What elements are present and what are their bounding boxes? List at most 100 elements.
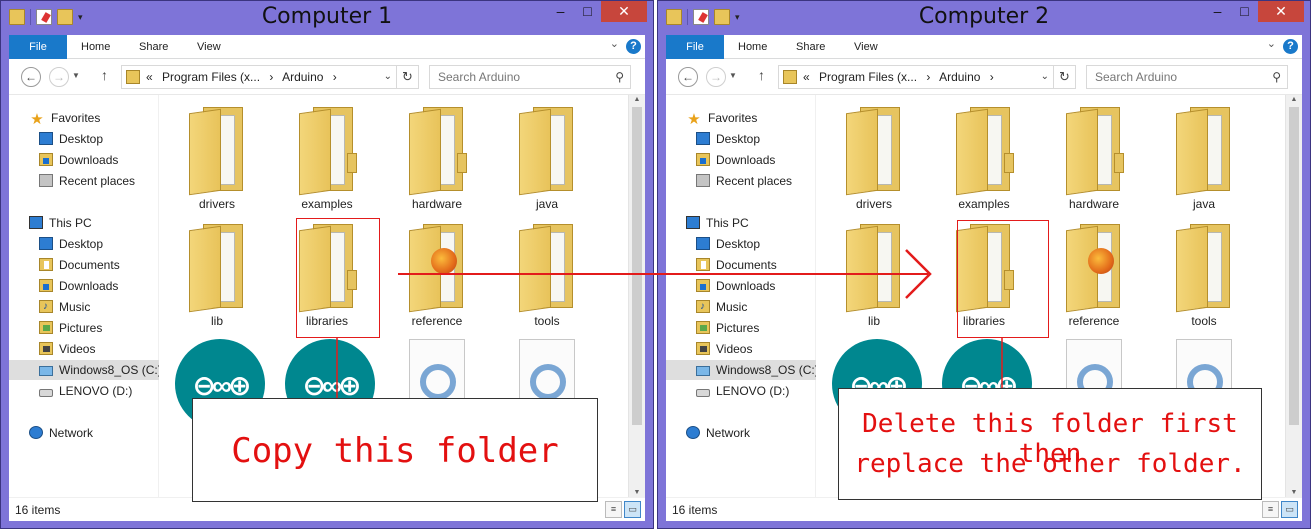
up-arrow-icon[interactable]: ↑	[758, 67, 765, 83]
folder-item-reference[interactable]: reference	[1048, 216, 1140, 332]
nav-music[interactable]: Music	[9, 297, 159, 317]
nav-favorites[interactable]: ★ Favorites	[9, 108, 159, 128]
close-button[interactable]: ✕	[601, 1, 647, 22]
search-icon[interactable]: ⚲	[615, 70, 624, 84]
nav-recent-places[interactable]: Recent places	[9, 171, 159, 191]
address-bar[interactable]: « Program Files (x... › Arduino › ⌄ ↻	[778, 65, 1076, 89]
back-arrow-icon[interactable]: ←	[21, 67, 41, 87]
nav-pictures[interactable]: Pictures	[9, 318, 159, 338]
nav-downloads[interactable]: Downloads	[666, 150, 816, 170]
folder-item-libraries[interactable]: libraries	[281, 216, 373, 332]
folder-item-drivers[interactable]: drivers	[828, 99, 920, 215]
nav-network[interactable]: Network	[666, 423, 816, 443]
large-icons-view-icon[interactable]: ▭	[1281, 501, 1298, 518]
folder-item-examples[interactable]: examples	[938, 99, 1030, 215]
tab-home[interactable]: Home	[81, 35, 110, 59]
folder-item-lib[interactable]: lib	[171, 216, 263, 332]
tab-view[interactable]: View	[197, 35, 221, 59]
nav-documents[interactable]: Documents	[9, 255, 159, 275]
refresh-icon[interactable]: ↻	[1053, 66, 1075, 88]
vertical-scrollbar[interactable]: ▲ ▼	[628, 95, 645, 497]
breadcrumb-separator[interactable]: ›	[926, 70, 930, 84]
nav-videos[interactable]: Videos	[666, 339, 816, 359]
title-bar[interactable]: ▾ Computer 1 – □ ✕	[1, 1, 653, 35]
details-view-icon[interactable]: ≡	[605, 501, 622, 518]
search-input[interactable]	[1087, 66, 1263, 88]
nav-pc-downloads[interactable]: Downloads	[666, 276, 816, 296]
tab-home[interactable]: Home	[738, 35, 767, 59]
breadcrumb-separator[interactable]: ›	[269, 70, 273, 84]
tab-view[interactable]: View	[854, 35, 878, 59]
up-arrow-icon[interactable]: ↑	[101, 67, 108, 83]
expand-ribbon-icon[interactable]: ⌄	[610, 37, 619, 50]
nav-this-pc[interactable]: This PC	[666, 213, 816, 233]
nav-documents[interactable]: Documents	[666, 255, 816, 275]
breadcrumb-arduino[interactable]: Arduino	[282, 70, 323, 84]
forward-arrow-icon[interactable]: →	[49, 67, 69, 87]
nav-pc-desktop[interactable]: Desktop	[666, 234, 816, 254]
nav-desktop[interactable]: Desktop	[9, 129, 159, 149]
expand-ribbon-icon[interactable]: ⌄	[1267, 37, 1276, 50]
forward-arrow-icon[interactable]: →	[706, 67, 726, 87]
close-button[interactable]: ✕	[1258, 1, 1304, 22]
breadcrumb-separator[interactable]: ›	[990, 70, 994, 84]
folder-item-lib[interactable]: lib	[828, 216, 920, 332]
help-icon[interactable]: ?	[1283, 39, 1298, 54]
minimize-button[interactable]: –	[1204, 1, 1231, 22]
refresh-icon[interactable]: ↻	[396, 66, 418, 88]
recent-locations-icon[interactable]: ▼	[72, 71, 80, 80]
breadcrumb-overflow[interactable]: «	[803, 70, 810, 84]
nav-this-pc[interactable]: This PC	[9, 213, 159, 233]
folder-item-tools[interactable]: tools	[1158, 216, 1250, 332]
tab-share[interactable]: Share	[139, 35, 168, 59]
help-icon[interactable]: ?	[626, 39, 641, 54]
nav-drive-c[interactable]: Windows8_OS (C:)	[9, 360, 162, 380]
minimize-button[interactable]: –	[547, 1, 574, 22]
nav-favorites[interactable]: ★ Favorites	[666, 108, 816, 128]
maximize-button[interactable]: □	[574, 1, 601, 22]
maximize-button[interactable]: □	[1231, 1, 1258, 22]
scroll-down-icon[interactable]: ▼	[629, 489, 645, 496]
nav-recent-places[interactable]: Recent places	[666, 171, 816, 191]
folder-item-hardware[interactable]: hardware	[391, 99, 483, 215]
nav-desktop[interactable]: Desktop	[666, 129, 816, 149]
scroll-down-icon[interactable]: ▼	[1286, 489, 1302, 496]
folder-item-reference[interactable]: reference	[391, 216, 483, 332]
recent-locations-icon[interactable]: ▼	[729, 71, 737, 80]
details-view-icon[interactable]: ≡	[1262, 501, 1279, 518]
nav-network[interactable]: Network	[9, 423, 159, 443]
folder-item-tools[interactable]: tools	[501, 216, 593, 332]
scrollbar-thumb[interactable]	[632, 107, 642, 425]
tab-file[interactable]: File	[9, 35, 67, 59]
breadcrumb-overflow[interactable]: «	[146, 70, 153, 84]
folder-item-libraries[interactable]: libraries	[938, 216, 1030, 332]
folder-item-java[interactable]: java	[501, 99, 593, 215]
search-input[interactable]	[430, 66, 606, 88]
scroll-up-icon[interactable]: ▲	[1286, 96, 1302, 103]
large-icons-view-icon[interactable]: ▭	[624, 501, 641, 518]
tab-share[interactable]: Share	[796, 35, 825, 59]
breadcrumb-separator[interactable]: ›	[333, 70, 337, 84]
title-bar[interactable]: ▾ Computer 2 – □ ✕	[658, 1, 1310, 35]
tab-file[interactable]: File	[666, 35, 724, 59]
folder-item-java[interactable]: java	[1158, 99, 1250, 215]
nav-drive-d[interactable]: LENOVO (D:)	[666, 381, 816, 401]
folder-item-hardware[interactable]: hardware	[1048, 99, 1140, 215]
nav-pc-desktop[interactable]: Desktop	[9, 234, 159, 254]
vertical-scrollbar[interactable]: ▲ ▼	[1285, 95, 1302, 497]
scrollbar-thumb[interactable]	[1289, 107, 1299, 425]
nav-drive-c[interactable]: Windows8_OS (C:)	[666, 360, 819, 380]
nav-music[interactable]: Music	[666, 297, 816, 317]
nav-pc-downloads[interactable]: Downloads	[9, 276, 159, 296]
breadcrumb-program-files[interactable]: Program Files (x...	[162, 70, 260, 84]
scroll-up-icon[interactable]: ▲	[629, 96, 645, 103]
chevron-down-icon[interactable]: ⌄	[384, 66, 392, 88]
chevron-down-icon[interactable]: ⌄	[1041, 66, 1049, 88]
address-bar[interactable]: « Program Files (x... › Arduino › ⌄ ↻	[121, 65, 419, 89]
folder-item-drivers[interactable]: drivers	[171, 99, 263, 215]
search-icon[interactable]: ⚲	[1272, 70, 1281, 84]
nav-pictures[interactable]: Pictures	[666, 318, 816, 338]
breadcrumb-program-files[interactable]: Program Files (x...	[819, 70, 917, 84]
folder-item-examples[interactable]: examples	[281, 99, 373, 215]
nav-videos[interactable]: Videos	[9, 339, 159, 359]
